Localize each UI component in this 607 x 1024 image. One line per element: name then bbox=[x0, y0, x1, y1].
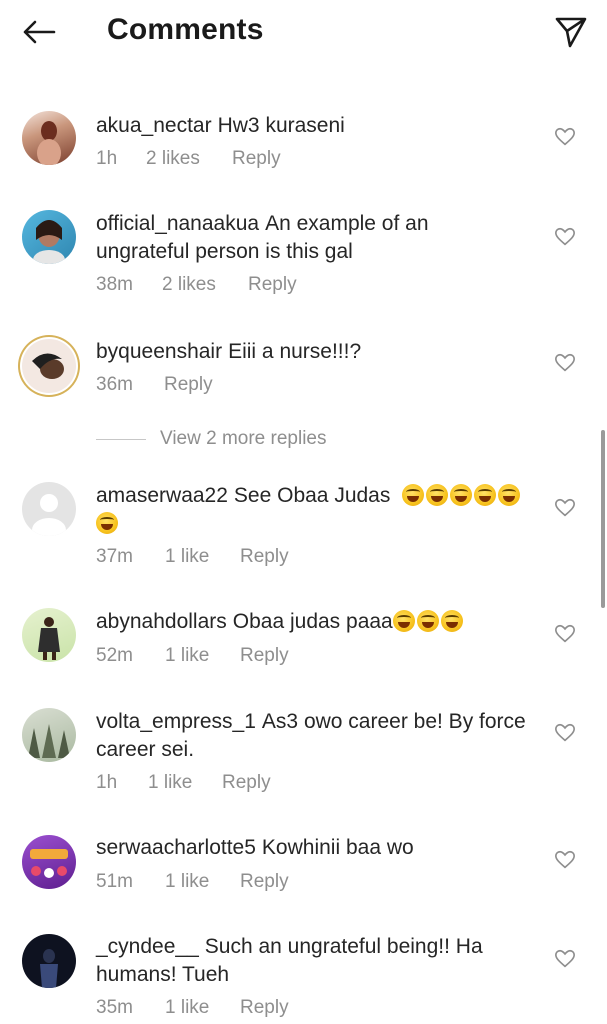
comment-time: 36m bbox=[96, 374, 133, 395]
avatar-photo bbox=[40, 949, 58, 988]
laughing-emoji-icon bbox=[498, 484, 521, 506]
replies-divider bbox=[96, 438, 146, 440]
comment-username[interactable]: serwaacharlotte5 bbox=[96, 836, 256, 859]
comment-time: 35m bbox=[96, 997, 133, 1018]
avatar-photo bbox=[28, 724, 70, 758]
comment-text: byqueenshair Eiii a nurse!!!? bbox=[96, 338, 526, 366]
comment-username[interactable]: abynahdollars bbox=[96, 610, 227, 633]
comment-body: Kowhinii baa wo bbox=[261, 836, 414, 859]
reply-button[interactable]: Reply bbox=[240, 545, 289, 569]
avatar[interactable] bbox=[22, 111, 76, 165]
reply-button[interactable]: Reply bbox=[240, 996, 289, 1020]
avatar[interactable] bbox=[22, 210, 76, 264]
avatar[interactable] bbox=[22, 482, 76, 536]
comment-text: akua_nectar Hw3 kuraseni bbox=[96, 112, 526, 140]
comment-meta: 35m 1 like Reply bbox=[96, 996, 289, 1020]
avatar[interactable] bbox=[22, 835, 76, 889]
laughing-emoji-icon bbox=[426, 484, 449, 506]
comment-time: 51m bbox=[96, 871, 133, 892]
page-title: Comments bbox=[107, 13, 264, 46]
comment-time: 1h bbox=[96, 148, 118, 169]
comment-text: abynahdollars Obaa judas paaa bbox=[96, 608, 526, 636]
laughing-emoji-icon bbox=[416, 610, 439, 632]
avatar-photo bbox=[32, 353, 64, 379]
laughing-emoji-icon bbox=[474, 484, 497, 506]
laughing-emoji-icon bbox=[450, 484, 473, 506]
comment-username[interactable]: _cyndee__ bbox=[96, 935, 199, 958]
paper-plane-icon bbox=[555, 17, 587, 48]
avatar-photo bbox=[38, 617, 60, 660]
heart-outline-icon[interactable] bbox=[554, 497, 576, 519]
reply-button[interactable]: Reply bbox=[240, 870, 289, 894]
reply-button[interactable]: Reply bbox=[232, 147, 281, 171]
avatar[interactable] bbox=[22, 339, 76, 393]
comment-text: _cyndee__ Such an ungrateful being!! Ha h… bbox=[96, 933, 526, 989]
comment-body: Obaa judas paaa bbox=[232, 610, 393, 633]
comment-time: 37m bbox=[96, 546, 133, 567]
comment-username[interactable]: official_nanaakua bbox=[96, 212, 259, 235]
heart-outline-icon[interactable] bbox=[554, 948, 576, 970]
reply-button[interactable]: Reply bbox=[222, 771, 271, 795]
laughing-emoji-icon bbox=[96, 512, 118, 534]
comment-meta: 36m Reply bbox=[96, 373, 213, 397]
share-button[interactable] bbox=[549, 10, 593, 54]
avatar-photo bbox=[30, 849, 68, 878]
heart-outline-icon[interactable] bbox=[554, 623, 576, 645]
comment-body: Hw3 kuraseni bbox=[217, 114, 345, 137]
comment-username[interactable]: byqueenshair bbox=[96, 340, 222, 363]
avatar[interactable] bbox=[22, 934, 76, 988]
comment-likes[interactable]: 2 likes bbox=[146, 147, 232, 171]
comment-likes[interactable]: 1 like bbox=[165, 644, 240, 668]
header-bar: Comments bbox=[0, 0, 607, 64]
comment-username[interactable]: volta_empress_1 bbox=[96, 710, 256, 733]
comment-meta: 38m 2 likes Reply bbox=[96, 273, 297, 297]
laughing-emoji-icon bbox=[440, 610, 463, 632]
view-more-replies-label: View 2 more replies bbox=[160, 428, 327, 449]
comment-time: 1h bbox=[96, 772, 118, 793]
view-more-replies-button[interactable]: View 2 more replies bbox=[96, 428, 327, 450]
default-avatar-icon bbox=[32, 494, 66, 536]
arrow-left-icon bbox=[23, 20, 56, 44]
comment-body: See Obaa Judas bbox=[233, 484, 391, 507]
comment-username[interactable]: akua_nectar bbox=[96, 114, 212, 137]
comment-text: volta_empress_1 As3 owo career be! By for… bbox=[96, 708, 526, 764]
comment-meta: 1h 2 likes Reply bbox=[96, 147, 281, 171]
scrollbar[interactable] bbox=[601, 430, 605, 608]
avatar[interactable] bbox=[22, 608, 76, 662]
comment-meta: 37m 1 like Reply bbox=[96, 545, 289, 569]
comment-likes[interactable]: 2 likes bbox=[162, 273, 248, 297]
comment-text: amaserwaa22 See Obaa Judas bbox=[96, 482, 526, 538]
heart-outline-icon[interactable] bbox=[554, 352, 576, 374]
comment-time: 52m bbox=[96, 645, 133, 666]
comment-meta: 51m 1 like Reply bbox=[96, 870, 289, 894]
comment-text: serwaacharlotte5 Kowhinii baa wo bbox=[96, 834, 526, 862]
heart-outline-icon[interactable] bbox=[554, 226, 576, 248]
comment-time: 38m bbox=[96, 274, 133, 295]
comment-likes[interactable]: 1 like bbox=[148, 771, 222, 795]
comment-likes[interactable]: 1 like bbox=[165, 870, 240, 894]
reply-button[interactable]: Reply bbox=[248, 273, 297, 297]
laughing-emoji-icon bbox=[392, 610, 415, 632]
comment-likes[interactable]: 1 like bbox=[165, 996, 240, 1020]
comment-text: official_nanaakua An example of an ungrat… bbox=[96, 210, 526, 266]
avatar[interactable] bbox=[22, 708, 76, 762]
laughing-emoji-icon bbox=[402, 484, 425, 506]
comment-likes[interactable]: 1 like bbox=[165, 545, 240, 569]
comment-body: Eiii a nurse!!!? bbox=[228, 340, 362, 363]
reply-button[interactable]: Reply bbox=[164, 373, 213, 397]
heart-outline-icon[interactable] bbox=[554, 126, 576, 148]
heart-outline-icon[interactable] bbox=[554, 849, 576, 871]
reply-button[interactable]: Reply bbox=[240, 644, 289, 668]
avatar-photo bbox=[37, 121, 61, 165]
comment-meta: 1h 1 like Reply bbox=[96, 771, 271, 795]
comment-username[interactable]: amaserwaa22 bbox=[96, 484, 228, 507]
back-button[interactable] bbox=[16, 12, 62, 52]
avatar-photo bbox=[33, 220, 65, 264]
comment-meta: 52m 1 like Reply bbox=[96, 644, 289, 668]
heart-outline-icon[interactable] bbox=[554, 722, 576, 744]
